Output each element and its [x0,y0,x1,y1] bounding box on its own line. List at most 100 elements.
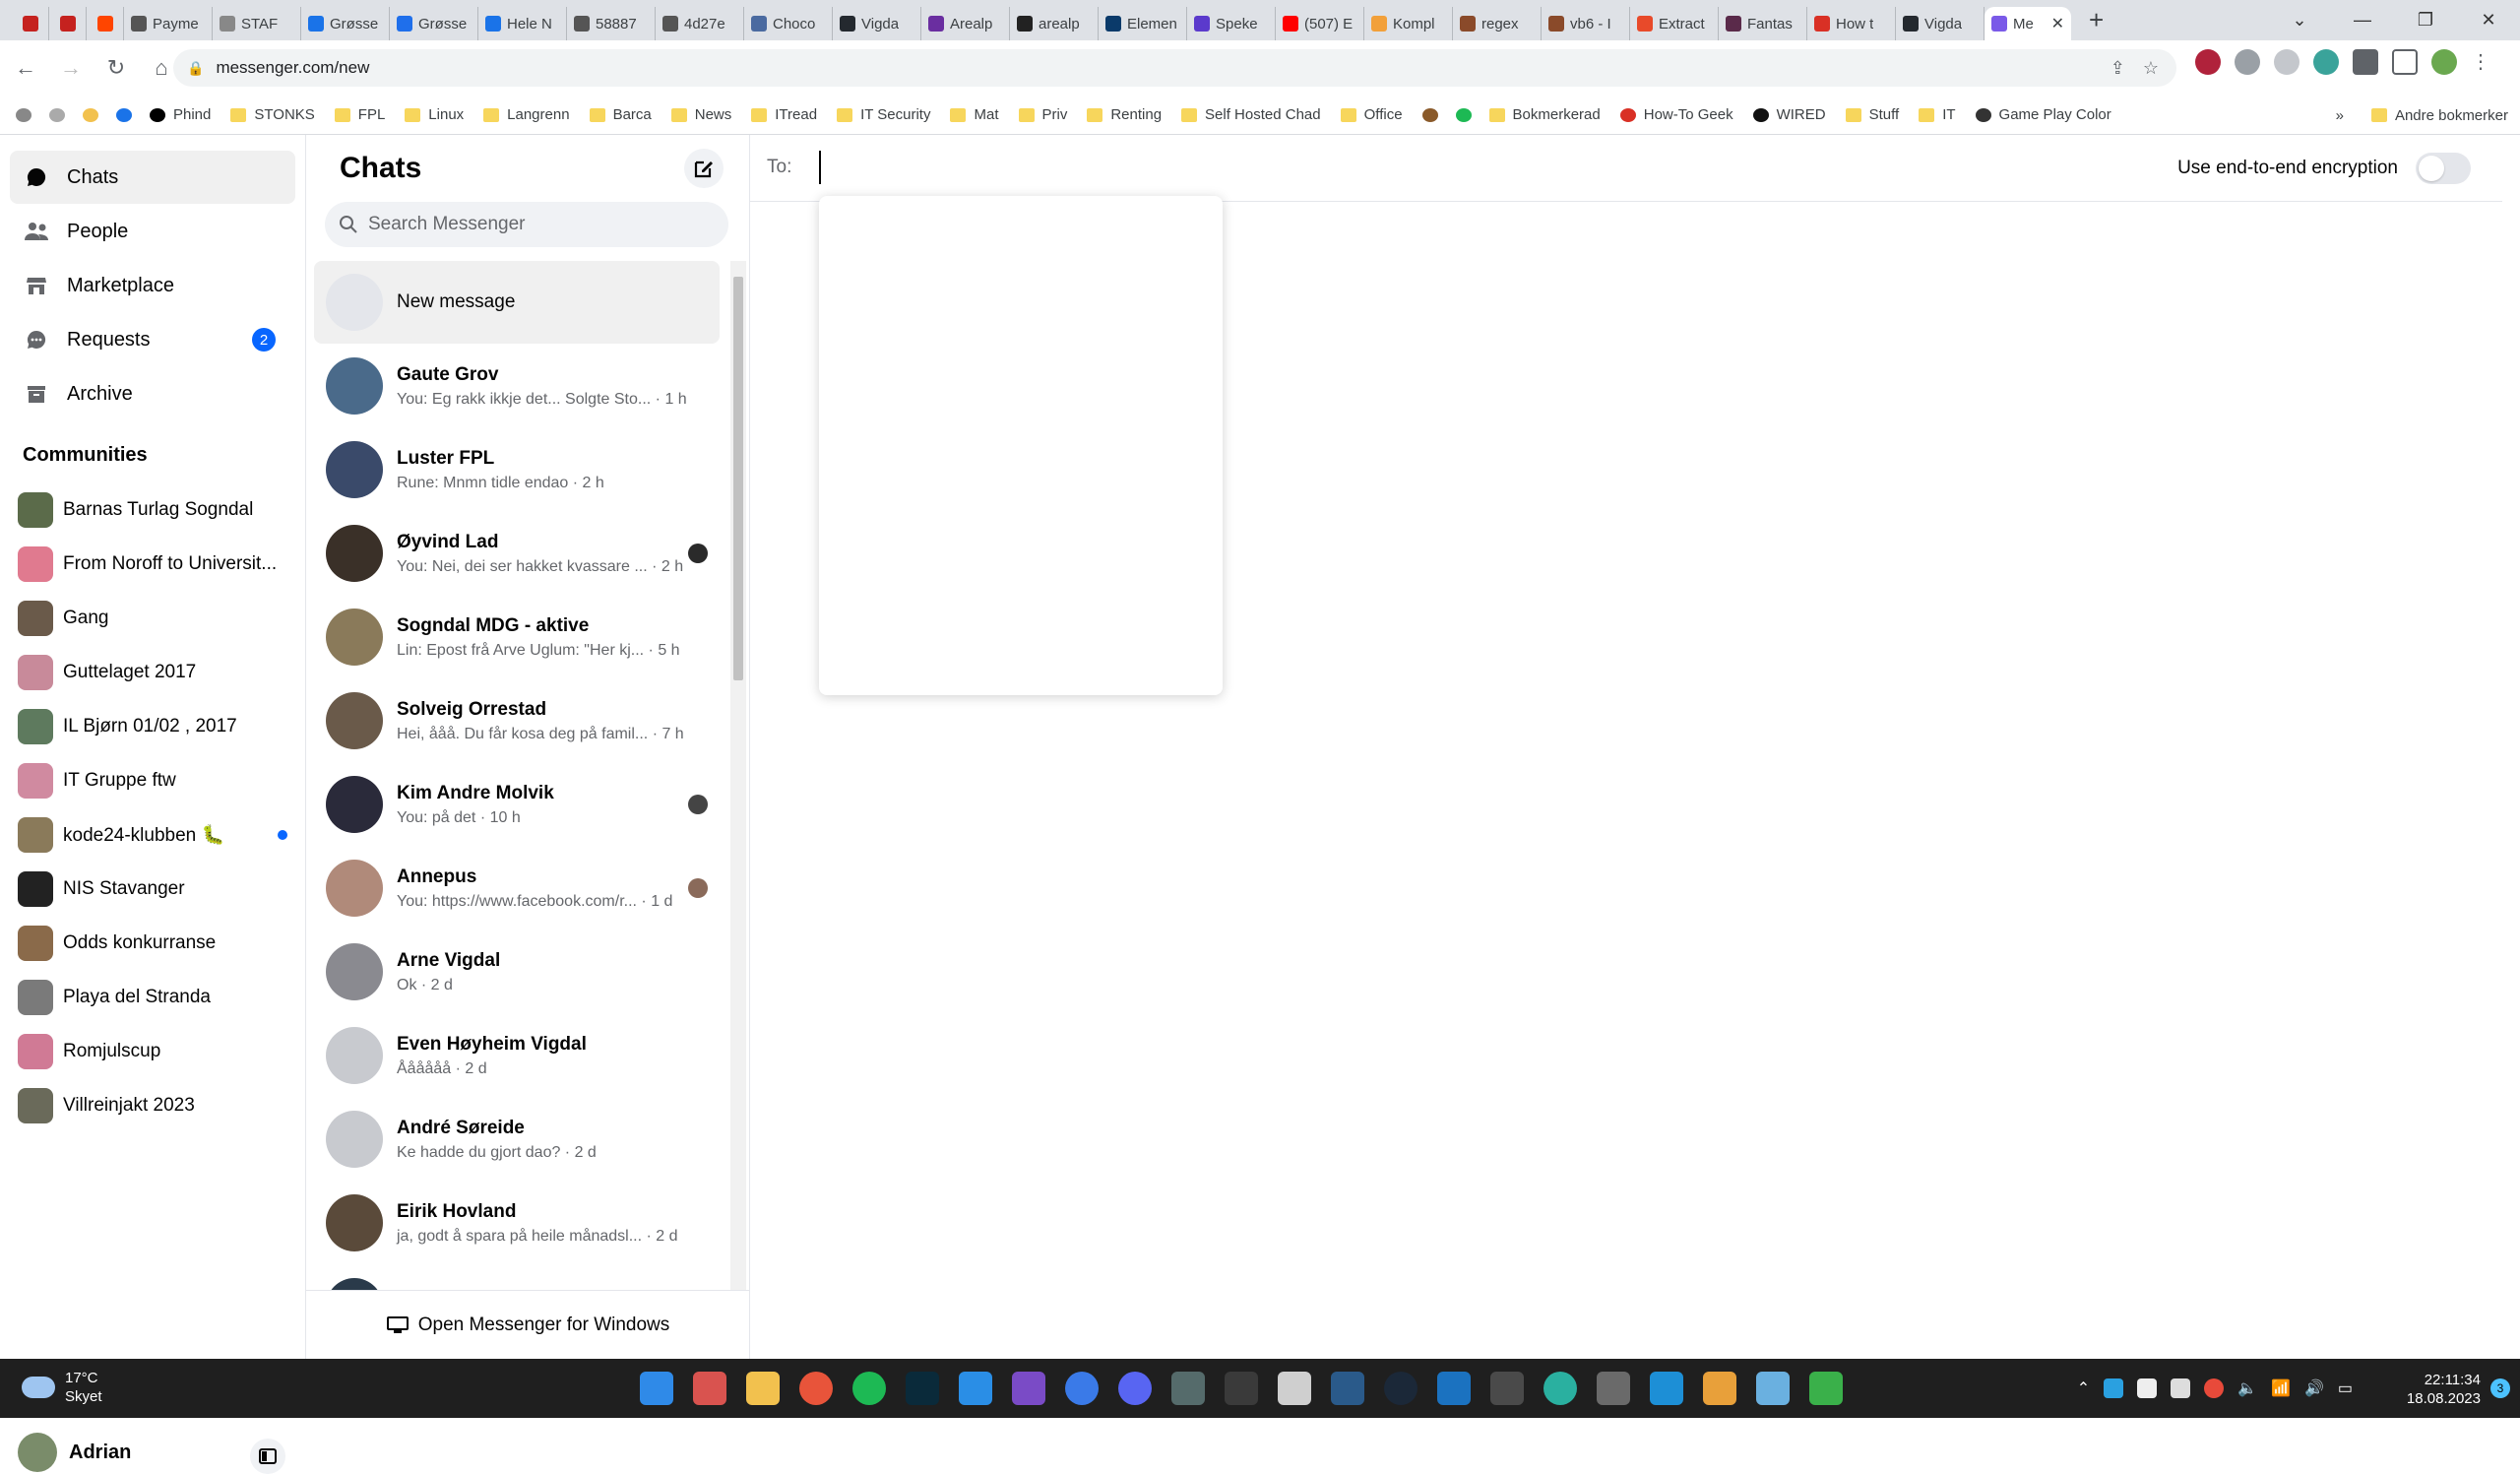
bookmark-item[interactable]: News [670,106,731,123]
qbittorrent-icon[interactable] [1065,1372,1099,1405]
extension-icon[interactable] [2235,49,2260,75]
community-item[interactable]: Romjulscup [18,1029,293,1074]
tray-app-icon[interactable] [2104,1378,2124,1398]
browser-tab[interactable]: How t [1807,7,1896,40]
menu-icon[interactable]: ⋮ [2471,49,2490,75]
bookmark-item[interactable]: WIRED [1752,106,1826,123]
side-panel-icon[interactable] [2392,49,2418,75]
weather-widget[interactable]: 17°C Skyet [22,1369,102,1406]
other-bookmarks-folder[interactable]: Andre bokmerker [2395,107,2508,124]
sidebar-item-people[interactable]: People [10,205,295,258]
spotify-icon[interactable] [852,1372,886,1405]
bookmark-item[interactable]: Mat [950,106,999,123]
bookmark-item[interactable]: Phind [150,106,211,123]
volume-icon[interactable]: 🔈 [2237,1378,2257,1398]
extension-icon[interactable] [2274,49,2300,75]
chevron-up-icon[interactable]: ⌃ [2077,1378,2090,1398]
search-bar[interactable] [325,202,728,247]
browser-tab[interactable]: arealp [1010,7,1099,40]
lightroom-icon[interactable] [906,1372,939,1405]
community-item[interactable]: Odds konkurranse [18,921,293,966]
community-item[interactable]: Barnas Turlag Sogndal [18,487,293,533]
start-icon[interactable] [640,1372,673,1405]
browser-tab[interactable]: Grøsse [390,7,478,40]
collapse-sidebar-button[interactable] [250,1439,285,1474]
bookmark-item[interactable]: IT [1919,106,1956,123]
tray-app-icon[interactable] [2204,1378,2225,1398]
app-icon[interactable] [1597,1372,1630,1405]
conversation-row[interactable]: Øyvind Lad You: Nei, dei ser hakket kvass… [314,512,720,595]
user-profile[interactable]: Adrian [18,1433,131,1472]
browser-tab[interactable]: Extract [1630,7,1719,40]
file-explorer-icon[interactable] [746,1372,780,1405]
app-icon[interactable] [1437,1372,1471,1405]
tray-app-icon[interactable] [2137,1378,2158,1398]
community-item[interactable]: From Noroff to Universit... [18,542,293,587]
bookmark-item[interactable]: ITread [751,106,817,123]
open-messenger-windows-link[interactable]: Open Messenger for Windows [306,1290,750,1359]
tab-search-icon[interactable]: ⌄ [2268,10,2331,31]
profile-avatar[interactable] [2431,49,2457,75]
conversation-row[interactable]: Even Høyheim Vigdal Åååååå · 2 d [314,1014,720,1097]
community-item[interactable]: NIS Stavanger [18,866,293,912]
main-scrollbar[interactable] [2502,135,2520,1359]
maximize-button[interactable]: ❐ [2394,10,2457,31]
new-message-button[interactable] [684,149,724,188]
app-icon[interactable] [1331,1372,1364,1405]
browser-tab[interactable]: Speke [1187,7,1276,40]
close-window-button[interactable]: ✕ [2457,10,2520,31]
community-item[interactable]: Gang [18,596,293,641]
sidebar-item-requests[interactable]: Requests 2 [10,313,295,366]
sidebar-item-chats[interactable]: Chats [10,151,295,204]
chrome-icon[interactable] [799,1372,833,1405]
browser-tab[interactable]: Payme [124,7,213,40]
extension-icon[interactable] [2313,49,2339,75]
snipping-tool-icon[interactable] [693,1372,726,1405]
battery-icon[interactable]: ▭ [2338,1378,2353,1398]
open-windows-label[interactable]: Open Messenger for Windows [418,1314,670,1336]
new-message-row[interactable]: New message [314,261,720,344]
browser-tab[interactable]: STAF [213,7,301,40]
bookmark-item[interactable] [83,107,98,122]
e2e-toggle[interactable] [2416,153,2471,184]
puzzle-icon[interactable] [2353,49,2378,75]
address-bar[interactable]: 🔒 messenger.com/new ⇪ ☆ [173,49,2176,87]
app-icon[interactable] [1278,1372,1311,1405]
sidebar-item-archive[interactable]: Archive [10,367,295,420]
community-item[interactable]: IT Gruppe ftw [18,758,293,803]
url-text[interactable]: messenger.com/new [216,58,369,78]
browser-tab[interactable]: 4d27e [656,7,744,40]
visual-studio-icon[interactable] [1012,1372,1045,1405]
discord-icon[interactable] [1118,1372,1152,1405]
bookmark-star-icon[interactable]: ☆ [2143,58,2159,79]
back-icon[interactable]: ← [6,55,45,81]
terminal-icon[interactable] [1225,1372,1258,1405]
bookmark-item[interactable]: Stuff [1845,106,1899,123]
chat-list-scrollbar[interactable] [730,261,746,1290]
conversation-row[interactable]: Luster FPL Rune: Mnmn tidle endao · 2 h [314,428,720,511]
app-icon[interactable] [1703,1372,1736,1405]
bookmark-item[interactable]: Barca [589,106,652,123]
wifi-icon[interactable]: 📶 [2271,1378,2291,1398]
minimize-button[interactable]: — [2331,10,2394,31]
browser-tab[interactable]: Vigda [833,7,921,40]
conversation-row[interactable]: Kim Andre Molvik You: på det · 10 h [314,763,720,846]
new-tab-button[interactable]: + [2089,5,2104,35]
notification-badge[interactable]: 3 [2490,1378,2510,1398]
bookmark-item[interactable] [1421,107,1438,122]
conversation-row[interactable]: Gaute Grov You: Eg rakk ikkje det... Solg… [314,345,720,427]
browser-tab[interactable]: Grøsse [301,7,390,40]
sidebar-item-marketplace[interactable]: Marketplace [10,259,295,312]
ublock-extension-icon[interactable] [2195,49,2221,75]
steam-icon[interactable] [1384,1372,1418,1405]
community-item[interactable]: Guttelaget 2017 [18,650,293,695]
bookmark-item[interactable]: Self Hosted Chad [1181,106,1321,123]
avatar[interactable] [18,1433,57,1472]
bookmark-item[interactable]: Langrenn [483,106,570,123]
user-name[interactable]: Adrian [69,1442,131,1464]
tray-app-icon[interactable] [2171,1378,2191,1398]
close-tab-icon[interactable]: ✕ [2051,14,2064,33]
community-item[interactable]: Playa del Stranda [18,975,293,1020]
share-icon[interactable]: ⇪ [2110,58,2125,79]
bookmark-item[interactable]: IT Security [837,106,930,123]
